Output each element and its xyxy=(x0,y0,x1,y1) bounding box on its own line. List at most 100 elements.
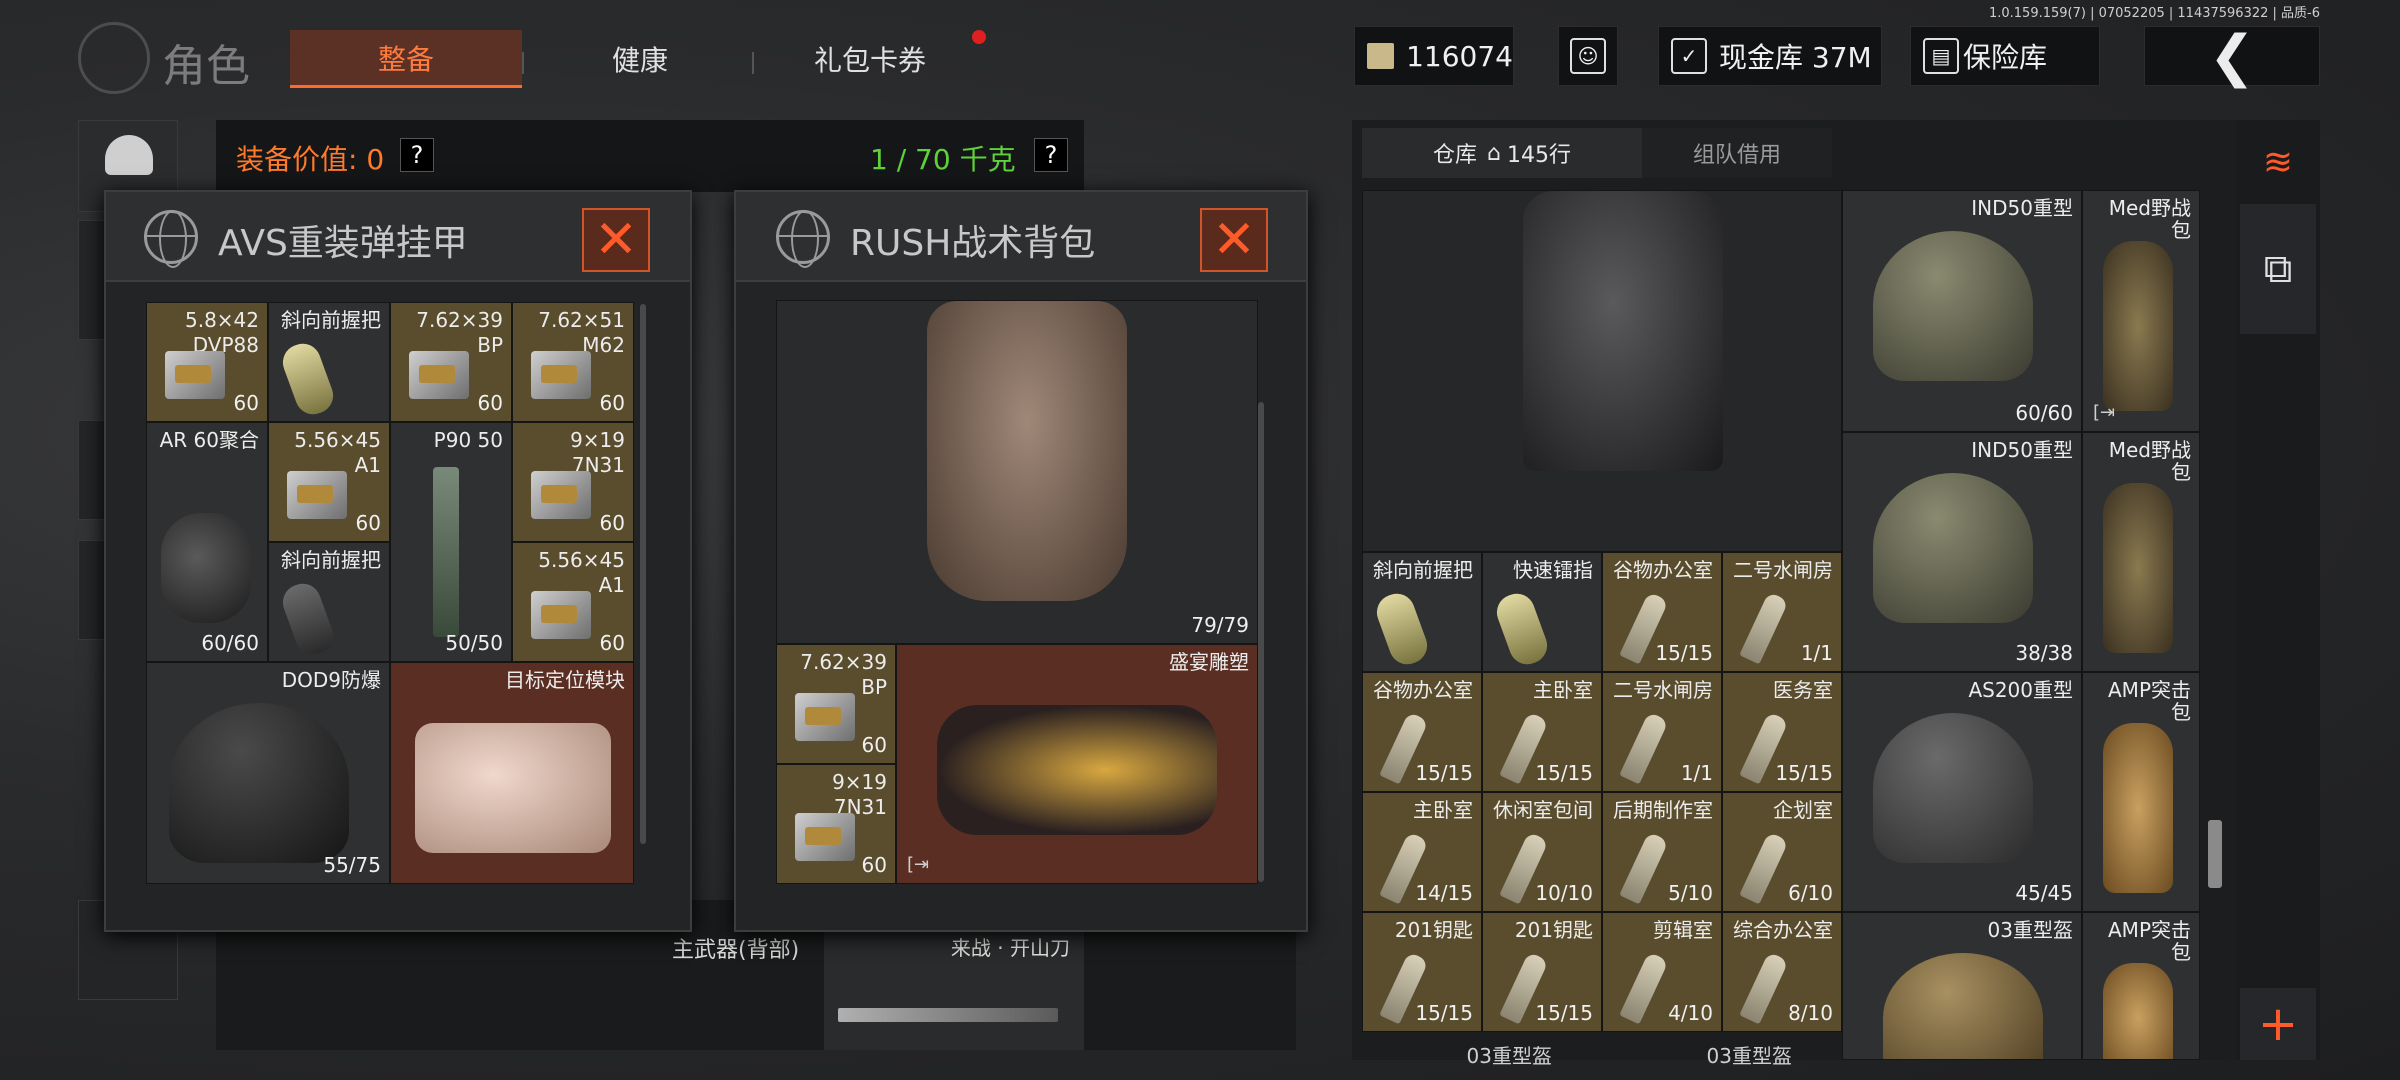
warehouse-item[interactable]: Med野战包 xyxy=(2082,432,2200,672)
warehouse-item[interactable]: AMP突击包 xyxy=(2082,912,2200,1060)
ammo-icon xyxy=(165,351,225,399)
cash-icon xyxy=(1367,43,1395,69)
item-name: 主卧室 xyxy=(1533,678,1593,702)
link-icon[interactable]: [⇥ xyxy=(2093,402,2115,423)
armor-item[interactable]: 7.62×51 M62 60 xyxy=(512,302,634,422)
scrollbar[interactable] xyxy=(2208,820,2222,888)
currency-box[interactable]: 116074 xyxy=(1354,26,1514,86)
helmet-icon xyxy=(1883,953,2043,1059)
safe-box-button[interactable]: ▤ 保险库 xyxy=(1910,26,2100,86)
warehouse-item[interactable]: 谷物办公室 15/15 xyxy=(1602,552,1722,672)
tab-team-borrow[interactable]: 组队借用 xyxy=(1642,128,1832,178)
machete-icon xyxy=(838,1008,1058,1022)
key-icon xyxy=(1619,831,1669,905)
warehouse-label: 仓库 xyxy=(1433,143,1478,168)
armor-item[interactable]: 7.62×39 BP 60 xyxy=(390,302,512,422)
warehouse-item[interactable]: 后期制作室 5/10 xyxy=(1602,792,1722,912)
warehouse-item[interactable]: 企划室 6/10 xyxy=(1722,792,1842,912)
warehouse-item[interactable]: IND50重型 38/38 xyxy=(1842,432,2082,672)
pack-icon xyxy=(2103,723,2173,893)
armor-item[interactable]: 5.8×42 DVP88 60 xyxy=(146,302,268,422)
warehouse-item[interactable]: 201钥匙 15/15 xyxy=(1482,912,1602,1032)
primary-back-label: 主武器(背部) xyxy=(672,938,800,963)
armor-item[interactable]: 斜向前握把 xyxy=(268,302,390,422)
armor-item[interactable]: 目标定位模块 xyxy=(390,662,634,884)
armor-item[interactable]: DOD9防爆 55/75 xyxy=(146,662,390,884)
armor-item[interactable]: 5.56×45 A1 60 xyxy=(268,422,390,542)
item-name: AMP突击包 xyxy=(2108,918,2191,964)
targeting-module-icon xyxy=(415,723,611,853)
item-sub: A1 xyxy=(354,453,381,477)
warehouse-item[interactable]: 二号水闸房 1/1 xyxy=(1722,552,1842,672)
item-count: 55/75 xyxy=(323,853,381,877)
vest-display[interactable]: 79/79 xyxy=(776,300,1258,644)
help-icon[interactable]: ? xyxy=(1034,138,1068,172)
stack-icon[interactable]: ⧉ xyxy=(2240,204,2316,334)
item-name: 03重型盔 xyxy=(1466,1044,1552,1068)
weight-label: 1 / 70 千克 xyxy=(870,143,1016,176)
logo-icon xyxy=(78,22,150,94)
cash-vault-button[interactable]: ✓ 现金库 37M xyxy=(1658,26,1882,86)
item-name: 二号水闸房 xyxy=(1733,558,1833,582)
equip-value-label: 装备价值: 0 xyxy=(236,143,385,176)
ammo-icon xyxy=(531,351,591,399)
backpack-item[interactable]: 盛宴雕塑 [⇥ xyxy=(896,644,1258,884)
scrollbar[interactable] xyxy=(640,304,646,844)
item-count: 60/60 xyxy=(201,631,259,655)
warehouse-item[interactable]: 剪辑室 4/10 xyxy=(1602,912,1722,1032)
tab-health[interactable]: 健康 xyxy=(530,30,750,88)
warehouse-item[interactable]: 201钥匙 15/15 xyxy=(1362,912,1482,1032)
warehouse-item[interactable]: 主卧室 15/15 xyxy=(1482,672,1602,792)
item-name: 医务室 xyxy=(1773,678,1833,702)
warehouse-backpack[interactable] xyxy=(1362,190,1842,552)
item-name: 201钥匙 xyxy=(1514,918,1593,942)
item-sub: BP xyxy=(477,333,503,357)
sort-icon[interactable]: ≋ xyxy=(2246,130,2310,194)
armor-item[interactable]: 9×19 7N31 60 xyxy=(512,422,634,542)
melee-slot[interactable]: 来战 · 开山刀 xyxy=(824,920,1084,1050)
warehouse-item[interactable]: Med野战包 [⇥ xyxy=(2082,190,2200,432)
ammo-icon xyxy=(287,471,347,519)
armor-item[interactable]: AR 60聚合 60/60 xyxy=(146,422,268,662)
attachment-icon xyxy=(1491,588,1553,670)
item-count: 60 xyxy=(599,631,625,655)
scrollbar[interactable] xyxy=(1258,402,1264,882)
warehouse-item[interactable]: AS200重型 45/45 xyxy=(1842,672,2082,912)
trader-button[interactable]: ☺ xyxy=(1558,26,1618,86)
tab-gifts[interactable]: 礼包卡券 xyxy=(760,30,980,88)
tab-prepare[interactable]: 整备 xyxy=(290,30,522,88)
warehouse-item[interactable]: AMP突击包 xyxy=(2082,672,2200,912)
backpack-item[interactable]: 7.62×39 BP 60 xyxy=(776,644,896,764)
version-label: 1.0.159.159(7) | 07052205 | 11437596322 … xyxy=(1988,6,2320,21)
item-count: 60 xyxy=(355,511,381,535)
item-name: 03重型盔 xyxy=(1706,1044,1792,1068)
help-icon[interactable]: ? xyxy=(400,138,434,172)
warehouse-item[interactable]: 斜向前握把 xyxy=(1362,552,1482,672)
armor-item[interactable]: 5.56×45 A1 60 xyxy=(512,542,634,662)
backpack-panel-header: RUSH战术背包 ✕ xyxy=(736,192,1306,282)
item-name: Med野战包 xyxy=(2108,196,2191,242)
armor-item[interactable]: 斜向前握把 xyxy=(268,542,390,662)
item-count: 15/15 xyxy=(1535,1001,1593,1025)
tab-warehouse[interactable]: 仓库 ⌂ 145行 xyxy=(1362,128,1642,178)
warehouse-item[interactable]: 医务室 15/15 xyxy=(1722,672,1842,792)
warehouse-item[interactable]: 二号水闸房 1/1 xyxy=(1602,672,1722,792)
warehouse-item[interactable]: 综合办公室 8/10 xyxy=(1722,912,1842,1032)
warehouse-panel: 仓库 ⌂ 145行 组队借用 IND50重型 60/60 Med野战包 [⇥ I… xyxy=(1352,120,2320,1068)
tab-separator xyxy=(522,52,524,74)
close-button[interactable]: ✕ xyxy=(582,208,650,272)
link-icon[interactable]: [⇥ xyxy=(907,854,929,875)
warehouse-item[interactable]: 休闲室包间 10/10 xyxy=(1482,792,1602,912)
warehouse-item[interactable]: 主卧室 14/15 xyxy=(1362,792,1482,912)
add-icon[interactable]: + xyxy=(2240,988,2316,1060)
armor-item[interactable]: P90 50 50/50 xyxy=(390,422,512,662)
warehouse-item[interactable]: 快速镭指 xyxy=(1482,552,1602,672)
warehouse-item[interactable]: 03重型盔 xyxy=(1842,912,2082,1060)
backpack-item[interactable]: 9×19 7N31 60 xyxy=(776,764,896,884)
warehouse-item[interactable]: 谷物办公室 15/15 xyxy=(1362,672,1482,792)
item-sub: BP xyxy=(861,675,887,699)
back-button[interactable]: ❮ xyxy=(2144,24,2320,89)
currency-amount: 116074 xyxy=(1406,39,1513,73)
close-button[interactable]: ✕ xyxy=(1200,208,1268,272)
warehouse-item[interactable]: IND50重型 60/60 xyxy=(1842,190,2082,432)
